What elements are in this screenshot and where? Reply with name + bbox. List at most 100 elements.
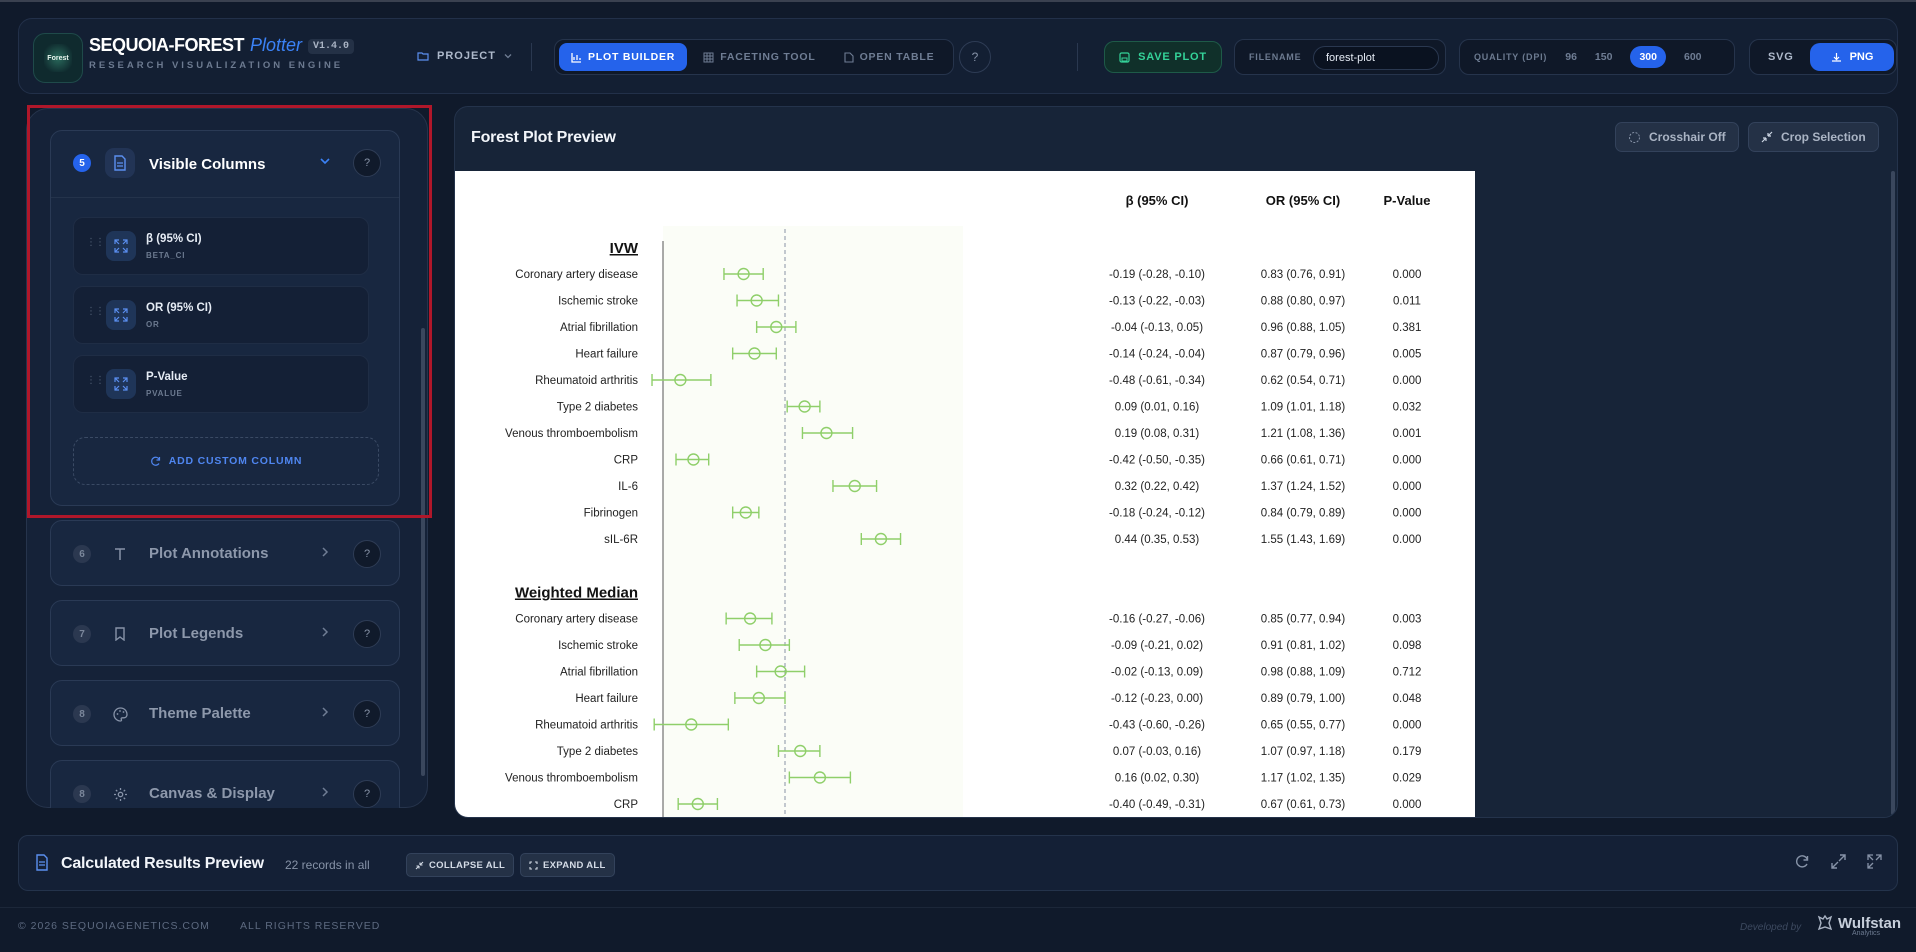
row-label: CRP	[614, 799, 639, 811]
section-number: 8	[73, 785, 91, 803]
p-value: 0.032	[1393, 402, 1422, 414]
tab-open-table[interactable]: OPEN TABLE	[832, 43, 947, 71]
row-label: Fibrinogen	[584, 508, 638, 520]
help-icon: ?	[971, 50, 979, 64]
forest-plot-canvas[interactable]: β (95% CI) OR (95% CI) P-Value IVW Coronary …	[455, 171, 1475, 817]
beta-ci-value: 0.07 (-0.03, 0.16)	[1113, 746, 1201, 758]
help-icon[interactable]: ?	[353, 540, 381, 568]
company-subtitle: Analytics	[1852, 930, 1881, 937]
row-label: Atrial fibrillation	[560, 322, 638, 334]
section-canvas-display[interactable]: 8 Canvas & Display ?	[50, 760, 400, 810]
save-plot-button[interactable]: SAVE PLOT	[1104, 41, 1222, 73]
save-icon	[1119, 51, 1130, 63]
p-value: 0.048	[1393, 693, 1422, 705]
logo-mark: Forest	[44, 44, 72, 72]
collapse-label: COLLAPSE ALL	[429, 859, 506, 871]
beta-ci-value: -0.09 (-0.21, 0.02)	[1111, 640, 1203, 652]
section-title: Plot Legends	[149, 625, 244, 642]
divider	[531, 43, 532, 71]
folder-icon	[417, 52, 429, 61]
beta-ci-value: -0.12 (-0.23, 0.00)	[1111, 693, 1203, 705]
p-value: 0.000	[1393, 799, 1422, 811]
dpi-option-96[interactable]: 96	[1565, 51, 1577, 63]
dpi-option-600[interactable]: 600	[1684, 51, 1702, 63]
project-menu[interactable]: PROJECT	[417, 50, 512, 62]
beta-ci-value: -0.40 (-0.49, -0.31)	[1109, 799, 1205, 811]
section-plot-legends[interactable]: 7 Plot Legends ?	[50, 600, 400, 666]
group-title: IVW	[610, 240, 639, 257]
section-plot-annotations[interactable]: 6 Plot Annotations ?	[50, 520, 400, 586]
export-svg-button[interactable]: SVG	[1768, 51, 1794, 63]
help-icon[interactable]: ?	[353, 780, 381, 808]
records-count: 22 records in all	[285, 858, 370, 872]
app-logo: Forest	[33, 33, 83, 83]
or-ci-value: 0.91 (0.81, 1.02)	[1261, 640, 1346, 652]
or-ci-value: 0.83 (0.76, 0.91)	[1261, 269, 1346, 281]
text-icon	[105, 539, 135, 569]
row-label: Ischemic stroke	[558, 640, 638, 652]
help-icon[interactable]: ?	[353, 700, 381, 728]
export-png-button[interactable]: PNG	[1810, 43, 1894, 71]
beta-ci-value: 0.44 (0.35, 0.53)	[1115, 534, 1200, 546]
section-theme-palette[interactable]: 8 Theme Palette ?	[50, 680, 400, 746]
or-ci-value: 1.07 (0.97, 1.18)	[1261, 746, 1346, 758]
panel-title: Forest Plot Preview	[471, 129, 616, 146]
expand-icon[interactable]	[1831, 854, 1846, 872]
refresh-icon[interactable]	[1795, 854, 1810, 872]
row-label: Type 2 diabetes	[557, 746, 638, 758]
quality-selector: QUALITY (DPI) 96 150 300 600	[1459, 39, 1735, 75]
beta-ci-value: -0.43 (-0.60, -0.26)	[1109, 720, 1205, 732]
dpi-option-300[interactable]: 300	[1630, 46, 1666, 68]
tab-plot-builder[interactable]: PLOT BUILDER	[559, 43, 688, 71]
tab-label: FACETING TOOL	[720, 51, 816, 63]
png-label: PNG	[1849, 51, 1874, 63]
expand-all-button[interactable]: EXPAND ALL	[520, 853, 615, 877]
or-ci-value: 0.96 (0.88, 1.05)	[1261, 322, 1346, 334]
shrink-icon	[415, 861, 424, 869]
gear-icon	[105, 779, 135, 809]
grid-icon	[703, 52, 714, 62]
beta-ci-value: 0.32 (0.22, 0.42)	[1115, 481, 1200, 493]
or-ci-value: 0.85 (0.77, 0.94)	[1261, 614, 1346, 626]
beta-ci-value: 0.19 (0.08, 0.31)	[1115, 428, 1200, 440]
chevron-right-icon	[319, 706, 331, 721]
p-value: 0.381	[1393, 322, 1422, 334]
help-button[interactable]: ?	[959, 41, 991, 73]
forest-plot: β (95% CI) OR (95% CI) P-Value IVW Coronary …	[505, 193, 1431, 817]
export-group: SVG PNG	[1749, 39, 1897, 75]
filename-input[interactable]	[1313, 46, 1439, 70]
row-label: Venous thromboembolism	[505, 428, 638, 440]
or-ci-value: 1.21 (1.08, 1.36)	[1261, 428, 1346, 440]
row-label: Heart failure	[575, 693, 638, 705]
results-title: Calculated Results Preview	[61, 855, 264, 872]
brand-name: SEQUOIA-FOREST	[89, 35, 245, 55]
selection-highlight	[27, 105, 432, 518]
p-value: 0.011	[1393, 296, 1421, 308]
row-label: Rheumatoid arthritis	[535, 720, 638, 732]
expand-icon	[529, 860, 538, 870]
crosshair-toggle-button[interactable]: Crosshair Off	[1615, 122, 1739, 152]
or-ci-value: 0.89 (0.79, 1.00)	[1261, 693, 1346, 705]
row-label: Heart failure	[575, 349, 638, 361]
document-icon	[844, 51, 854, 63]
section-title: Theme Palette	[149, 705, 251, 722]
preview-scrollbar[interactable]	[1891, 171, 1895, 815]
column-header: P-Value	[1384, 193, 1431, 208]
dpi-option-150[interactable]: 150	[1595, 51, 1613, 63]
chevron-right-icon	[319, 626, 331, 641]
company-logo: Wulfstan Analytics	[1816, 914, 1902, 937]
tab-label: PLOT BUILDER	[588, 51, 676, 63]
collapse-all-button[interactable]: COLLAPSE ALL	[406, 853, 515, 877]
fullscreen-icon[interactable]	[1867, 854, 1882, 872]
row-label: IL-6	[618, 481, 638, 493]
help-icon[interactable]: ?	[353, 620, 381, 648]
palette-icon	[105, 699, 135, 729]
company-name: Wulfstan	[1838, 914, 1902, 932]
crop-selection-button[interactable]: Crop Selection	[1748, 122, 1879, 152]
tab-faceting-tool[interactable]: FACETING TOOL	[691, 43, 827, 71]
beta-ci-value: -0.48 (-0.61, -0.34)	[1109, 375, 1205, 387]
p-value: 0.000	[1393, 481, 1422, 493]
row-label: Type 2 diabetes	[557, 402, 638, 414]
beta-ci-value: -0.04 (-0.13, 0.05)	[1111, 322, 1203, 334]
p-value: 0.000	[1393, 455, 1422, 467]
